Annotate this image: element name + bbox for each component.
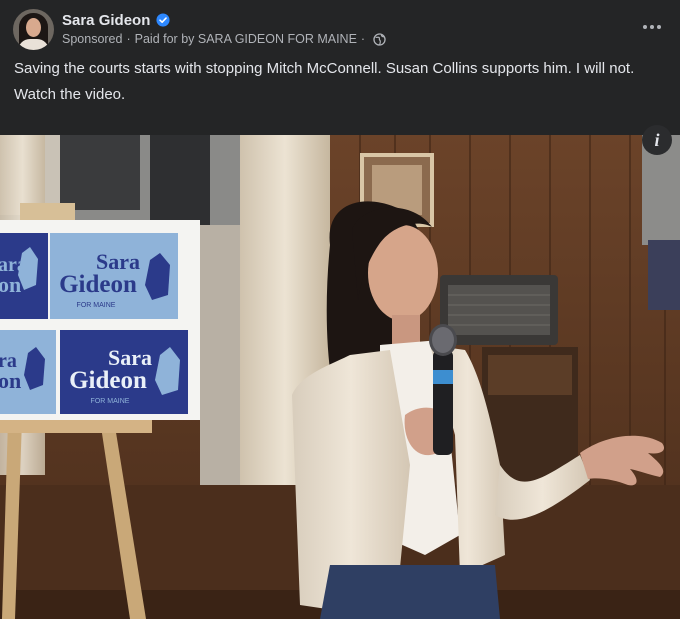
video-frame: Sara Gideon FOR MAINE Sara Gideon FOR MA… [0,135,680,619]
post-message: Saving the courts starts with stopping M… [14,60,635,77]
info-icon[interactable]: i [642,125,672,155]
sign-partial-text: on [0,272,21,297]
sponsored-post: Sara Gideon Sponsored · Paid for by SARA… [0,0,680,619]
sign-partial-text: on [0,368,21,393]
more-options-icon[interactable] [636,13,668,41]
avatar[interactable] [13,9,54,50]
paid-for-disclaimer[interactable]: Paid for by SARA GIDEON FOR MAINE [135,32,357,46]
post-cta: Watch the video. [14,86,126,103]
post-text: Saving the courts starts with stopping M… [14,59,664,111]
sign-subtitle: FOR MAINE [77,302,116,309]
meta-separator: · [126,32,131,46]
sign-name-last: Gideon [59,271,137,298]
sign-name-last: Gideon [69,367,147,394]
post-header: Sara Gideon Sponsored · Paid for by SARA… [0,0,680,56]
post-meta: Sponsored · Paid for by SARA GIDEON FOR … [62,31,386,47]
globe-icon[interactable] [373,32,386,46]
verified-badge-icon [156,13,170,27]
name-row: Sara Gideon [62,10,170,30]
page-name-link[interactable]: Sara Gideon [62,12,150,29]
sponsored-label[interactable]: Sponsored [62,32,122,46]
sign-subtitle: FOR MAINE [91,398,130,405]
meta-separator: · [360,32,366,46]
video-player[interactable]: Sara Gideon FOR MAINE Sara Gideon FOR MA… [0,135,680,619]
